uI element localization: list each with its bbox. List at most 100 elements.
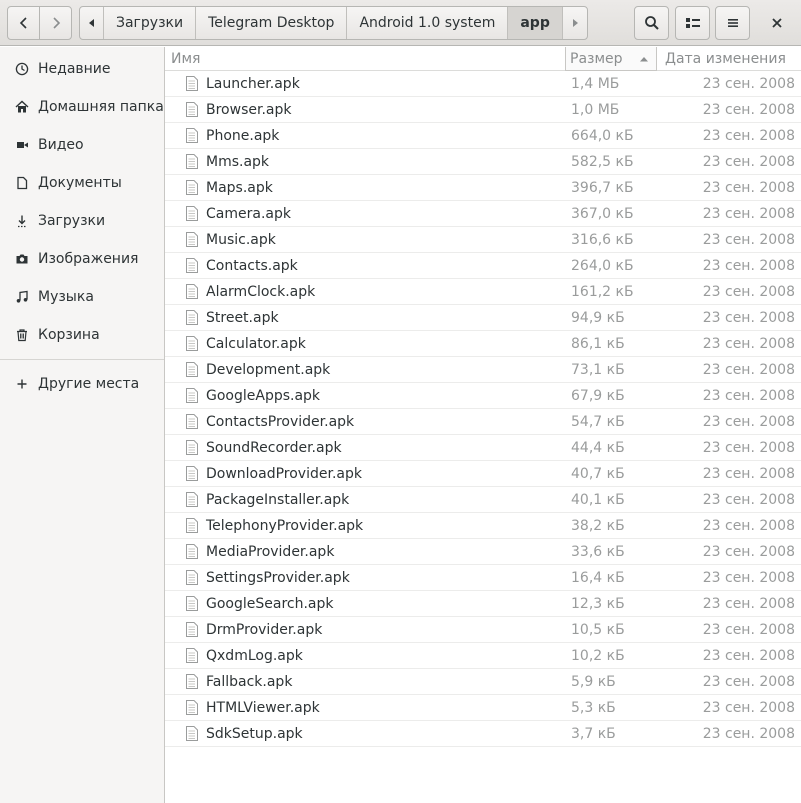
file-icon xyxy=(186,440,198,459)
file-size: 86,1 кБ xyxy=(571,336,625,352)
file-row[interactable]: Browser.apk 1,0 МБ 23 сен. 2008 xyxy=(165,97,801,123)
sidebar-item-recent[interactable]: Недавние xyxy=(0,50,164,88)
column-header-date[interactable]: Дата изменения xyxy=(665,47,786,71)
column-header-size[interactable]: Размер xyxy=(565,47,657,71)
file-size: 367,0 кБ xyxy=(571,206,634,222)
file-icon xyxy=(186,466,198,485)
file-row[interactable]: PackageInstaller.apk 40,1 кБ 23 сен. 2008 xyxy=(165,487,801,513)
sidebar-item-label: Видео xyxy=(38,137,84,153)
file-row[interactable]: Fallback.apk 5,9 кБ 23 сен. 2008 xyxy=(165,669,801,695)
file-row[interactable]: AlarmClock.apk 161,2 кБ 23 сен. 2008 xyxy=(165,279,801,305)
file-icon xyxy=(186,76,198,95)
file-row[interactable]: Street.apk 94,9 кБ 23 сен. 2008 xyxy=(165,305,801,331)
file-name: Street.apk xyxy=(206,310,279,326)
file-name: Calculator.apk xyxy=(206,336,306,352)
sidebar-item-label: Документы xyxy=(38,175,122,191)
file-name: MediaProvider.apk xyxy=(206,544,335,560)
file-row[interactable]: QxdmLog.apk 10,2 кБ 23 сен. 2008 xyxy=(165,643,801,669)
sidebar-item-home[interactable]: Домашняя папка xyxy=(0,88,164,126)
file-name: TelephonyProvider.apk xyxy=(206,518,364,534)
back-button[interactable] xyxy=(7,6,40,40)
file-row[interactable]: Phone.apk 664,0 кБ 23 сен. 2008 xyxy=(165,123,801,149)
file-row[interactable]: MediaProvider.apk 33,6 кБ 23 сен. 2008 xyxy=(165,539,801,565)
file-modified-date: 23 сен. 2008 xyxy=(702,310,795,326)
file-row[interactable]: ContactsProvider.apk 54,7 кБ 23 сен. 2008 xyxy=(165,409,801,435)
breadcrumb-scroll-right-button[interactable] xyxy=(563,7,587,39)
file-row[interactable]: GoogleApps.apk 67,9 кБ 23 сен. 2008 xyxy=(165,383,801,409)
file-modified-date: 23 сен. 2008 xyxy=(702,180,795,196)
search-icon xyxy=(644,16,659,30)
file-name: PackageInstaller.apk xyxy=(206,492,350,508)
file-modified-date: 23 сен. 2008 xyxy=(702,726,795,742)
breadcrumb-item[interactable]: Android 1.0 system xyxy=(347,7,509,39)
sidebar-item-label: Музыка xyxy=(38,289,94,305)
file-size: 10,2 кБ xyxy=(571,648,625,664)
file-row[interactable]: DrmProvider.apk 10,5 кБ 23 сен. 2008 xyxy=(165,617,801,643)
file-row[interactable]: SdkSetup.apk 3,7 кБ 23 сен. 2008 xyxy=(165,721,801,747)
file-name: Browser.apk xyxy=(206,102,292,118)
file-row[interactable]: DownloadProvider.apk 40,7 кБ 23 сен. 2008 xyxy=(165,461,801,487)
file-name: Contacts.apk xyxy=(206,258,298,274)
chevron-right-icon xyxy=(52,17,60,29)
file-icon xyxy=(186,310,198,329)
file-row[interactable]: HTMLViewer.apk 5,3 кБ 23 сен. 2008 xyxy=(165,695,801,721)
file-row[interactable]: Camera.apk 367,0 кБ 23 сен. 2008 xyxy=(165,201,801,227)
file-name: Camera.apk xyxy=(206,206,291,222)
camera-icon xyxy=(14,251,30,267)
breadcrumb-scroll-left-button[interactable] xyxy=(80,7,104,39)
file-name: GoogleApps.apk xyxy=(206,388,321,404)
file-row[interactable]: Calculator.apk 86,1 кБ 23 сен. 2008 xyxy=(165,331,801,357)
file-icon xyxy=(186,544,198,563)
file-row[interactable]: TelephonyProvider.apk 38,2 кБ 23 сен. 2008 xyxy=(165,513,801,539)
sidebar-item-video[interactable]: Видео xyxy=(0,126,164,164)
view-options-button[interactable] xyxy=(675,6,710,40)
file-name: Launcher.apk xyxy=(206,76,300,92)
file-size: 38,2 кБ xyxy=(571,518,625,534)
sidebar-item-downloads[interactable]: Загрузки xyxy=(0,202,164,240)
sidebar-item-label: Загрузки xyxy=(38,213,106,229)
search-button[interactable] xyxy=(634,6,669,40)
file-icon xyxy=(186,336,198,355)
breadcrumb-item[interactable]: Загрузки xyxy=(104,7,197,39)
file-size: 40,7 кБ xyxy=(571,466,625,482)
file-size: 582,5 кБ xyxy=(571,154,634,170)
file-name: ContactsProvider.apk xyxy=(206,414,355,430)
file-row[interactable]: Mms.apk 582,5 кБ 23 сен. 2008 xyxy=(165,149,801,175)
sidebar-item-label: Недавние xyxy=(38,61,111,77)
breadcrumb-current[interactable]: app xyxy=(508,7,563,39)
sidebar-item-music[interactable]: Музыка xyxy=(0,278,164,316)
menu-button[interactable] xyxy=(715,6,750,40)
file-row[interactable]: SettingsProvider.apk 16,4 кБ 23 сен. 2008 xyxy=(165,565,801,591)
file-name: Music.apk xyxy=(206,232,276,248)
file-row[interactable]: Development.apk 73,1 кБ 23 сен. 2008 xyxy=(165,357,801,383)
file-name: GoogleSearch.apk xyxy=(206,596,334,612)
forward-button[interactable] xyxy=(39,6,72,40)
file-row[interactable]: GoogleSearch.apk 12,3 кБ 23 сен. 2008 xyxy=(165,591,801,617)
file-icon xyxy=(186,154,198,173)
sidebar-item-other-locations[interactable]: Другие места xyxy=(0,365,164,403)
file-icon xyxy=(186,232,198,251)
file-row[interactable]: Maps.apk 396,7 кБ 23 сен. 2008 xyxy=(165,175,801,201)
breadcrumb-item[interactable]: Telegram Desktop xyxy=(196,7,348,39)
video-icon xyxy=(14,137,30,153)
file-row[interactable]: Music.apk 316,6 кБ 23 сен. 2008 xyxy=(165,227,801,253)
sidebar-item-documents[interactable]: Документы xyxy=(0,164,164,202)
file-modified-date: 23 сен. 2008 xyxy=(702,102,795,118)
file-icon xyxy=(186,284,198,303)
sidebar-item-pictures[interactable]: Изображения xyxy=(0,240,164,278)
window-close-button[interactable] xyxy=(760,6,794,40)
clock-icon xyxy=(14,61,30,77)
file-name: AlarmClock.apk xyxy=(206,284,316,300)
column-header-name[interactable]: Имя xyxy=(171,47,200,71)
header-bar: Загрузки Telegram Desktop Android 1.0 sy… xyxy=(0,0,801,46)
sidebar-item-trash[interactable]: Корзина xyxy=(0,316,164,354)
file-size: 5,3 кБ xyxy=(571,700,616,716)
file-modified-date: 23 сен. 2008 xyxy=(702,284,795,300)
file-row[interactable]: Contacts.apk 264,0 кБ 23 сен. 2008 xyxy=(165,253,801,279)
file-icon xyxy=(186,648,198,667)
file-row[interactable]: SoundRecorder.apk 44,4 кБ 23 сен. 2008 xyxy=(165,435,801,461)
file-modified-date: 23 сен. 2008 xyxy=(702,258,795,274)
list-view-icon xyxy=(685,18,700,28)
file-row[interactable]: Launcher.apk 1,4 МБ 23 сен. 2008 xyxy=(165,71,801,97)
file-icon xyxy=(186,700,198,719)
